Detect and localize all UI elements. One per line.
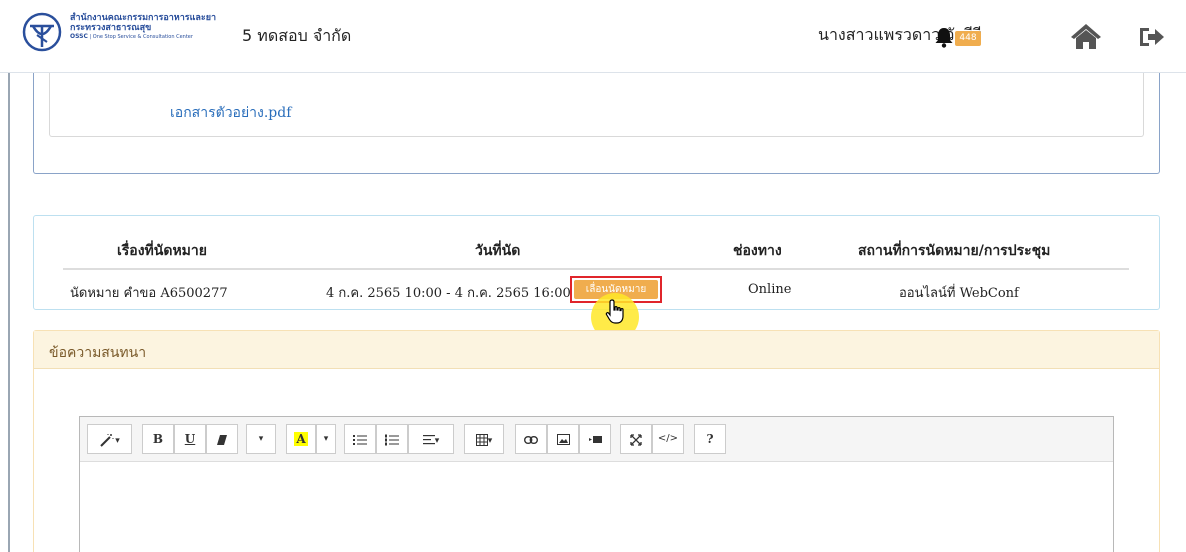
table-dropdown[interactable]: ▾ [464,424,504,454]
text-color-dropdown[interactable]: ▾ [316,424,336,454]
appointment-place: ออนไลน์ที่ WebConf [899,286,1019,301]
hand-pointer-icon [605,299,624,324]
style-caret: ▾ [115,436,120,446]
fullscreen-button[interactable] [620,424,652,454]
notification-badge[interactable]: 448 [955,31,981,46]
text-color-button[interactable]: A [286,424,316,454]
clear-format-button[interactable] [206,424,238,454]
org-name-line2: กระทรวงสาธารณสุข [70,23,152,33]
table-header-divider [63,268,1129,270]
magic-wand-icon [100,433,114,447]
numbered-list-icon [385,434,399,445]
column-header-place: สถานที่การนัดหมาย/การประชุม [858,243,1051,259]
column-header-topic: เรื่องที่นัดหมาย [117,243,207,259]
style-dropdown[interactable]: ▾ [87,424,132,454]
bell-icon[interactable] [934,26,954,48]
eraser-icon [217,434,227,445]
fda-logo-icon [22,12,62,52]
ossc-brand: OSSC [70,33,88,40]
ossc-tagline: | One Stop Service & Consultation Center [89,34,193,40]
unordered-list-button[interactable] [344,424,376,454]
appointment-date: 4 ก.ค. 2565 10:00 - 4 ก.ค. 2565 16:00 [326,286,571,301]
table-caret: ▾ [487,436,493,446]
column-header-channel: ช่องทาง [733,243,782,259]
attachment-file-link[interactable]: เอกสารตัวอย่าง.pdf [170,102,291,124]
align-icon [422,434,435,444]
insert-link-button[interactable] [515,424,547,454]
bullet-list-icon [353,434,367,445]
font-size-dropdown[interactable]: ▾ [246,424,276,454]
code-view-button[interactable]: </> [652,424,684,454]
chat-panel-title: ข้อความสนทนา [49,345,147,361]
link-icon [523,435,539,444]
bold-button[interactable]: B [142,424,174,454]
appointment-channel: Online [748,282,792,297]
appointment-topic: นัดหมาย คำขอ A6500277 [70,286,228,301]
org-name: สำนักงานคณะกรรมการอาหารและยา กระทรวงสาธา… [70,13,216,41]
page-edge [8,73,10,552]
org-name-line3: OSSC | One Stop Service & Consultation C… [70,33,216,41]
video-icon [588,436,602,443]
insert-image-button[interactable] [547,424,579,454]
column-header-date: วันที่นัด [475,243,521,259]
company-name: 5 ทดสอบ จำกัด [242,26,352,45]
expand-icon [630,433,642,446]
ordered-list-button[interactable] [376,424,408,454]
home-icon[interactable] [1070,22,1102,50]
paragraph-align-dropdown[interactable]: ▾ [408,424,454,454]
text-color-letter: A [294,432,308,446]
org-name-line1: สำนักงานคณะกรรมการอาหารและยา [70,13,217,23]
insert-video-button[interactable] [579,424,611,454]
picture-icon [556,434,570,445]
logout-icon[interactable] [1138,24,1166,50]
help-button[interactable]: ? [694,424,726,454]
table-icon [475,433,488,446]
underline-button[interactable]: U [174,424,206,454]
align-caret: ▾ [434,436,440,446]
chat-panel-header [34,331,1159,369]
